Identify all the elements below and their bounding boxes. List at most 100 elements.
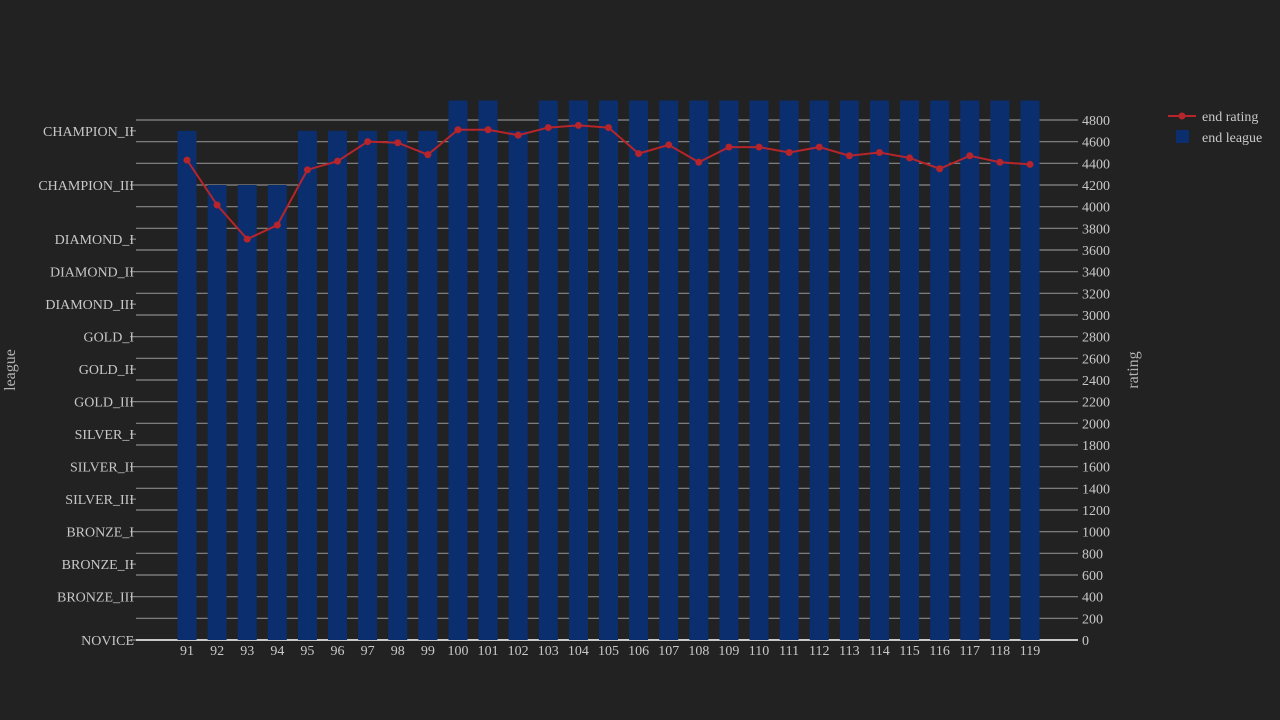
bar[interactable] [448,100,468,641]
legend-marker-symbol [1178,112,1186,120]
x-tick-label: 96 [331,644,345,659]
bar[interactable] [508,130,528,641]
bar[interactable] [328,130,348,641]
rating-point[interactable] [605,124,612,132]
bar[interactable] [960,100,980,641]
right-tick-label: 200 [1082,612,1103,627]
rating-point[interactable] [695,158,703,166]
bar[interactable] [599,100,618,641]
x-tick-label: 102 [508,644,529,659]
bar[interactable] [749,100,769,641]
bar[interactable] [297,130,317,641]
x-tick-label: 108 [688,644,709,659]
rating-point[interactable] [484,126,492,134]
bar[interactable] [900,100,920,641]
bar[interactable] [177,130,197,641]
rating-point[interactable] [1026,160,1034,168]
left-tick-label: CHAMPION_III [38,179,134,194]
rating-point[interactable] [273,221,281,229]
rating-point[interactable] [996,158,1004,166]
rating-point[interactable] [454,126,462,134]
x-tick-label: 119 [1020,644,1040,659]
bar[interactable] [207,185,227,640]
x-tick-label: 118 [990,644,1010,659]
rating-point[interactable] [394,139,402,147]
bar[interactable] [990,100,1010,641]
legend-bar-symbol [1176,130,1189,143]
rating-point[interactable] [665,141,673,149]
rating-point[interactable] [303,166,311,174]
rating-point[interactable] [845,152,853,160]
bar[interactable] [719,100,739,641]
rating-point[interactable] [906,154,914,162]
x-tick-label: 112 [809,644,829,659]
right-axis: 0 200 400 600 800 1000 1200 1400 1600 1800 2000 220… [1082,114,1110,649]
bar[interactable] [629,100,649,641]
x-tick-label: 93 [240,644,254,659]
bar[interactable] [809,100,829,641]
rating-point[interactable] [364,138,372,146]
legend-item-end-rating[interactable]: end rating [1168,110,1258,125]
bar[interactable] [568,100,588,641]
right-tick-label: 2000 [1082,417,1110,432]
rating-point[interactable] [213,201,221,209]
x-tick-label: 114 [869,644,889,659]
bar[interactable] [478,100,498,641]
bar[interactable] [388,130,408,641]
right-tick-label: 600 [1082,569,1103,584]
rating-point[interactable] [544,124,552,132]
right-tick-label: 1800 [1082,439,1110,454]
right-tick-label: 3000 [1082,309,1110,324]
right-tick-label: 4000 [1082,201,1110,216]
right-tick-label: 2800 [1082,331,1110,346]
bar[interactable] [237,185,257,640]
x-tick-label: 94 [270,644,284,659]
legend-label-end-rating: end rating [1202,110,1258,125]
bar[interactable] [839,100,859,641]
rating-point[interactable] [334,157,342,165]
left-tick-label: NOVICE [81,634,134,649]
bar[interactable] [659,100,679,641]
rating-point[interactable] [514,131,522,139]
right-axis-title: rating [1125,351,1142,388]
rating-point[interactable] [966,152,974,160]
bar[interactable] [538,100,558,641]
x-tick-label: 103 [538,644,559,659]
x-tick-label: 110 [749,644,769,659]
x-tick-label: 99 [421,644,435,659]
x-tick-label: 107 [658,644,679,659]
left-tick-label: BRONZE_I [66,526,134,541]
bar[interactable] [930,100,950,641]
rating-point[interactable] [785,149,793,156]
bar[interactable] [418,130,438,641]
left-tick-label: CHAMPION_II [43,125,134,140]
bar[interactable] [869,100,889,641]
bar[interactable] [689,100,709,641]
left-axis-title: league [2,349,19,391]
rating-point[interactable] [243,235,251,243]
rating-point[interactable] [424,151,432,159]
rating-point[interactable] [755,143,763,151]
rating-point[interactable] [635,150,643,158]
bar[interactable] [1020,100,1040,641]
rating-point[interactable] [875,149,883,156]
left-tick-label: SILVER_I [75,428,135,443]
bar[interactable] [358,130,378,641]
left-tick-label: GOLD_II [79,363,135,378]
legend-item-end-league[interactable]: end league [1176,130,1262,146]
rating-point[interactable] [183,156,191,164]
right-tick-label: 3800 [1082,222,1110,237]
x-tick-label: 106 [628,644,649,659]
rating-point[interactable] [725,143,733,151]
rating-point[interactable] [936,165,944,173]
x-tick-label: 109 [718,644,739,659]
rating-point[interactable] [815,143,823,151]
left-tick-label: DIAMOND_III [45,298,134,313]
right-tick-label: 3600 [1082,244,1110,259]
bar[interactable] [267,185,287,640]
legend[interactable]: end rating end league [1168,110,1262,146]
left-tick-label: BRONZE_III [57,591,134,606]
bar[interactable] [779,100,799,641]
right-tick-label: 2400 [1082,374,1110,389]
rating-point[interactable] [574,121,582,129]
